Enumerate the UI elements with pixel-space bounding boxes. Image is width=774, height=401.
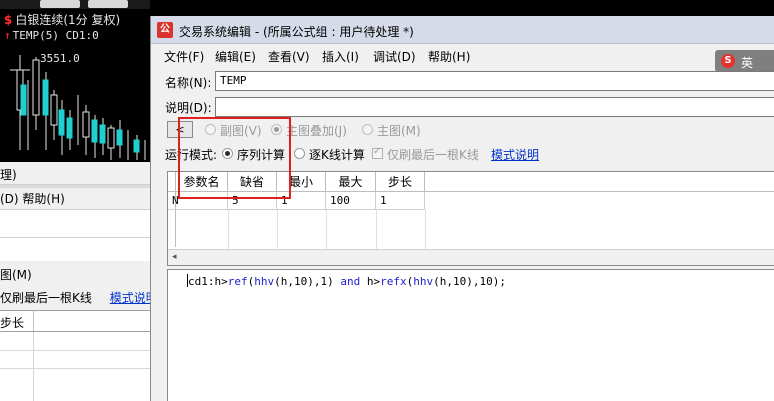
app-icon: 公 <box>157 22 173 38</box>
menu-edit[interactable]: 编辑(E) <box>215 48 256 65</box>
col-max[interactable]: 最大 <box>326 172 376 192</box>
menu-debug[interactable]: 调试(D) <box>373 48 416 65</box>
sogou-ime-icon: S <box>721 54 735 68</box>
menu-bar: 文件(F) 编辑(E) 查看(V) 插入(I) 调试(D) 帮助(H) <box>151 44 774 66</box>
red-highlight-box <box>178 117 291 199</box>
background-chart: $ 白银连续(1分 复权) ↑ TEMP(5) CD1:0 3551.0 <box>0 0 150 162</box>
background-window: 理) (D) 帮助(H) 图(M) 仅刷最后一根K线 模式说明 步长 <box>0 162 158 401</box>
dollar-icon: $ <box>4 13 13 27</box>
bg-menu-tail[interactable]: (D) 帮助(H) <box>0 190 150 207</box>
menu-insert[interactable]: 插入(I) <box>322 48 359 65</box>
window-title: 交易系统编辑 - (所属公式组 : 用户待处理 *) <box>179 25 414 39</box>
only-last-bar-label: 仅刷最后一根K线 <box>387 148 479 162</box>
radio-per-bar-calc[interactable] <box>294 148 305 159</box>
indicator-line: ↑ TEMP(5) CD1:0 <box>4 29 99 42</box>
menu-view[interactable]: 查看(V) <box>268 48 310 65</box>
price-label: 3551.0 <box>40 52 80 65</box>
ime-indicator[interactable]: S 英 <box>715 50 774 72</box>
chart-title: $ 白银连续(1分 复权) <box>4 13 121 27</box>
cell-step[interactable]: 1 <box>376 192 425 210</box>
menu-file[interactable]: 文件(F) <box>164 48 204 65</box>
bg-row-tu: 图(M) <box>0 268 32 282</box>
ime-language: 英 <box>741 56 754 70</box>
up-arrow-icon: ↑ <box>4 29 11 42</box>
per-bar-calc-label: 逐K线计算 <box>309 148 365 162</box>
description-label: 说明(D): <box>165 101 212 115</box>
name-input[interactable]: TEMP <box>215 71 774 91</box>
scroll-left-icon[interactable]: ◂ <box>172 252 177 262</box>
main-overlay-label: 主图叠加(J) <box>286 124 347 138</box>
only-last-bar-checkbox[interactable] <box>372 146 383 159</box>
formula-code-editor[interactable]: cd1:h>ref(hhv(h,10),1) and h>refx(hhv(h,… <box>167 269 774 401</box>
bg-only-last-bar: 仅刷最后一根K线 <box>0 291 92 305</box>
radio-main-chart[interactable] <box>362 124 373 135</box>
cell-max[interactable]: 100 <box>326 192 376 210</box>
table-horizontal-scrollbar[interactable]: ◂ <box>168 249 774 265</box>
mode-help-link[interactable]: 模式说明 <box>491 146 539 163</box>
bg-row-label: 理) <box>0 168 17 182</box>
main-chart-label: 主图(M) <box>377 124 421 138</box>
title-bar[interactable]: 公 交易系统编辑 - (所属公式组 : 用户待处理 *) <box>151 16 774 44</box>
description-input[interactable] <box>215 97 774 117</box>
formula-code-line: cd1:h>ref(hhv(h,10),1) and h>refx(hhv(h,… <box>188 275 506 288</box>
bg-table-header: 步长 <box>0 310 150 332</box>
trading-system-editor-dialog: 公 交易系统编辑 - (所属公式组 : 用户待处理 *) 文件(F) 编辑(E)… <box>150 16 774 401</box>
bg-table-body <box>0 332 150 401</box>
menu-help[interactable]: 帮助(H) <box>428 48 470 65</box>
name-label: 名称(N): <box>165 76 212 90</box>
col-step[interactable]: 步长 <box>376 172 425 192</box>
